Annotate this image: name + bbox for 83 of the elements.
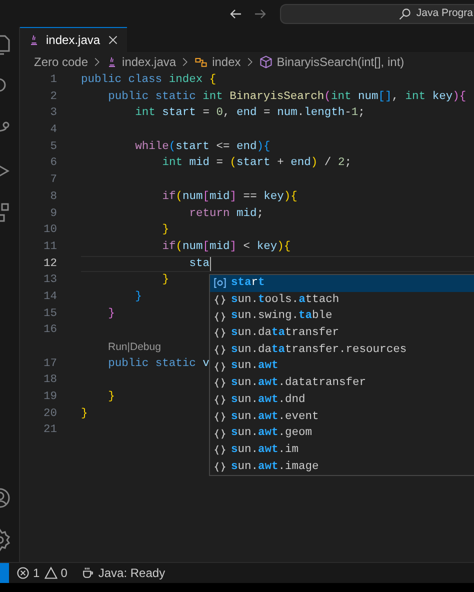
braces-icon — [213, 343, 227, 358]
code-line: } — [161, 272, 169, 288]
line-number: 19 — [42, 390, 57, 406]
codelens-link[interactable]: Run — [108, 339, 128, 356]
code-line: int start = 0, end = num.length-1; — [134, 106, 365, 122]
error-count[interactable]: 1 — [33, 564, 40, 582]
line-number: 9 — [49, 206, 57, 222]
error-icon — [16, 566, 30, 580]
search-field[interactable]: Java Progra — [280, 4, 474, 24]
line-number: 7 — [49, 173, 57, 188]
java-status[interactable]: Java: Ready — [98, 564, 166, 582]
line-number: 12 — [42, 256, 57, 272]
code-line: } — [81, 406, 88, 422]
warning-icon — [44, 566, 58, 580]
editor-tab[interactable]: index.java — [20, 27, 127, 52]
line-number: 2 — [49, 90, 57, 105]
line-number: 20 — [42, 406, 57, 422]
code-line: public static int BinaryisSearch(int num[], int key){ — [107, 90, 466, 105]
code-line: } — [107, 306, 115, 322]
code-line: return mid; — [188, 206, 264, 222]
braces-icon — [213, 443, 227, 458]
suggestion-item[interactable]: sun.datatransfer — [210, 325, 474, 342]
line-number: 21 — [42, 423, 57, 438]
suggestion-item[interactable]: sun.tools.attach — [210, 292, 474, 308]
class-icon — [194, 55, 208, 69]
braces-icon — [213, 360, 227, 374]
line-number: 8 — [49, 190, 57, 205]
code-line: public static v — [107, 356, 210, 372]
breadcrumb-item[interactable]: index.java — [122, 53, 176, 71]
code-line: if(num[mid] == key){ — [161, 190, 298, 205]
close-icon — [107, 34, 119, 46]
code-line: int mid = (start + end) / 2; — [161, 156, 352, 172]
breadcrumb-item[interactable]: index — [212, 53, 241, 71]
suggestion-item[interactable]: sun.swing.table — [210, 308, 474, 326]
variable-icon — [213, 276, 227, 290]
suggestion-item[interactable]: sun.awt.image — [210, 458, 474, 476]
code-line: } — [134, 290, 142, 305]
line-number: 6 — [49, 156, 57, 172]
braces-icon — [213, 376, 227, 390]
suggestion-item[interactable]: sun.awt.event — [210, 408, 474, 426]
braces-icon — [213, 410, 227, 424]
line-number: 16 — [42, 323, 57, 338]
line-number: 10 — [42, 223, 57, 238]
suggestion-item[interactable]: sun.awt.geom — [210, 425, 474, 442]
line-number: 14 — [42, 290, 57, 305]
line-number: 15 — [42, 306, 57, 322]
search-icon — [398, 6, 412, 20]
code-line: sta — [188, 256, 210, 272]
coffee-cup-icon — [81, 566, 96, 580]
suggestion-item[interactable]: start — [210, 275, 474, 292]
codelens-link[interactable]: Debug — [130, 339, 161, 356]
suggestion-item[interactable]: sun.awt.dnd — [210, 392, 474, 408]
braces-icon — [213, 393, 227, 408]
line-number: 11 — [42, 240, 57, 255]
line-number: 18 — [42, 373, 57, 388]
code-line: } — [161, 222, 169, 238]
braces-icon — [213, 426, 227, 441]
braces-icon — [213, 293, 227, 308]
code-line: if(num[mid] < key){ — [161, 240, 291, 255]
breadcrumb-item[interactable]: Zero code — [34, 53, 88, 71]
text-cursor — [210, 256, 212, 271]
code-line: while(start <= end){ — [134, 140, 270, 155]
braces-icon — [213, 460, 227, 474]
line-number: 1 — [49, 73, 57, 88]
suggestion-item[interactable]: sun.datatransfer.resources — [210, 342, 474, 358]
warning-count[interactable]: 0 — [60, 564, 68, 582]
suggestion-item[interactable]: sun.awt.im — [210, 442, 474, 459]
braces-icon — [213, 310, 227, 324]
line-number: 5 — [49, 140, 57, 155]
line-number: 3 — [49, 106, 57, 122]
java-file-icon — [28, 33, 40, 47]
line-number: 17 — [42, 356, 57, 372]
braces-icon — [213, 326, 227, 340]
search-text: Java Progra — [416, 6, 473, 21]
line-number: 4 — [49, 123, 57, 138]
code-line: public class index { — [81, 72, 216, 88]
suggestion-item[interactable]: sun.awt.datatransfer — [210, 375, 474, 392]
breadcrumb-item[interactable]: BinaryisSearch(int[], int) — [276, 53, 404, 71]
cube-icon — [258, 55, 273, 69]
line-number: 13 — [42, 273, 57, 288]
codelens-separator: | — [127, 340, 130, 355]
code-line: } — [107, 390, 115, 406]
suggestion-item[interactable]: sun.awt — [210, 358, 474, 376]
